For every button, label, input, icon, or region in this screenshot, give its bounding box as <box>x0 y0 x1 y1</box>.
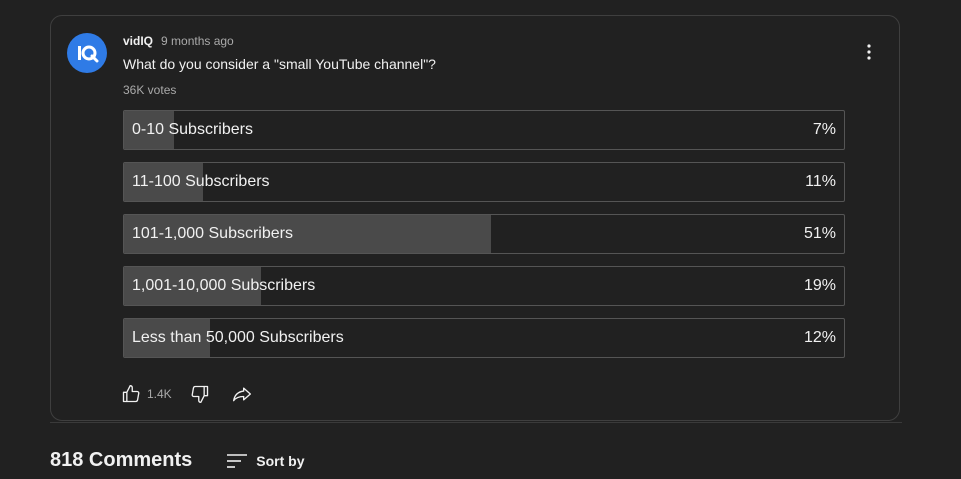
like-button[interactable] <box>119 382 143 406</box>
share-icon <box>232 387 251 402</box>
more-vertical-icon <box>867 44 871 60</box>
more-options-button[interactable] <box>861 40 877 64</box>
poll-option-label: Less than 50,000 Subscribers <box>132 329 344 346</box>
post-actions: 1.4K <box>119 382 254 406</box>
sort-by-button[interactable]: Sort by <box>226 452 305 470</box>
post-time[interactable]: 9 months ago <box>161 34 234 48</box>
poll-option[interactable]: 0-10 Subscribers 7% <box>123 110 845 150</box>
poll-option-percent: 11% <box>805 173 836 190</box>
author-name[interactable]: vidIQ <box>123 34 153 48</box>
comments-count: 818 Comments <box>50 449 193 471</box>
poll-option[interactable]: 11-100 Subscribers 11% <box>123 162 845 202</box>
thumbs-up-icon <box>122 385 140 403</box>
poll-option[interactable]: Less than 50,000 Subscribers 12% <box>123 318 845 358</box>
sort-icon <box>227 453 248 468</box>
post-header: vidIQ 9 months ago <box>123 34 234 48</box>
comments-header: 818 Comments Sort by <box>50 449 305 472</box>
section-divider <box>50 422 902 423</box>
share-button[interactable] <box>230 382 254 406</box>
poll-option-percent: 19% <box>803 277 836 294</box>
thumbs-down-icon <box>191 385 208 403</box>
poll-option-label: 0-10 Subscribers <box>132 121 253 138</box>
poll-option-percent: 51% <box>803 225 836 242</box>
poll-option-percent: 7% <box>812 121 836 138</box>
channel-avatar[interactable] <box>67 33 107 73</box>
vidiq-logo-icon <box>78 45 99 63</box>
vote-count: 36K votes <box>123 83 177 97</box>
poll-options: 0-10 Subscribers 7% 11-100 Subscribers 1… <box>123 110 845 370</box>
dislike-button[interactable] <box>188 382 212 406</box>
community-post-card: vidIQ 9 months ago What do you consider … <box>50 15 900 421</box>
poll-option[interactable]: 1,001-10,000 Subscribers 19% <box>123 266 845 306</box>
sort-by-label: Sort by <box>256 452 305 469</box>
poll-option-label: 1,001-10,000 Subscribers <box>132 277 316 294</box>
poll-option[interactable]: 101-1,000 Subscribers 51% <box>123 214 845 254</box>
poll-option-label: 101-1,000 Subscribers <box>132 225 293 242</box>
poll-option-percent: 12% <box>803 329 836 346</box>
like-count: 1.4K <box>147 387 172 401</box>
poll-question: What do you consider a "small YouTube ch… <box>123 56 436 72</box>
poll-option-label: 11-100 Subscribers <box>132 173 270 190</box>
